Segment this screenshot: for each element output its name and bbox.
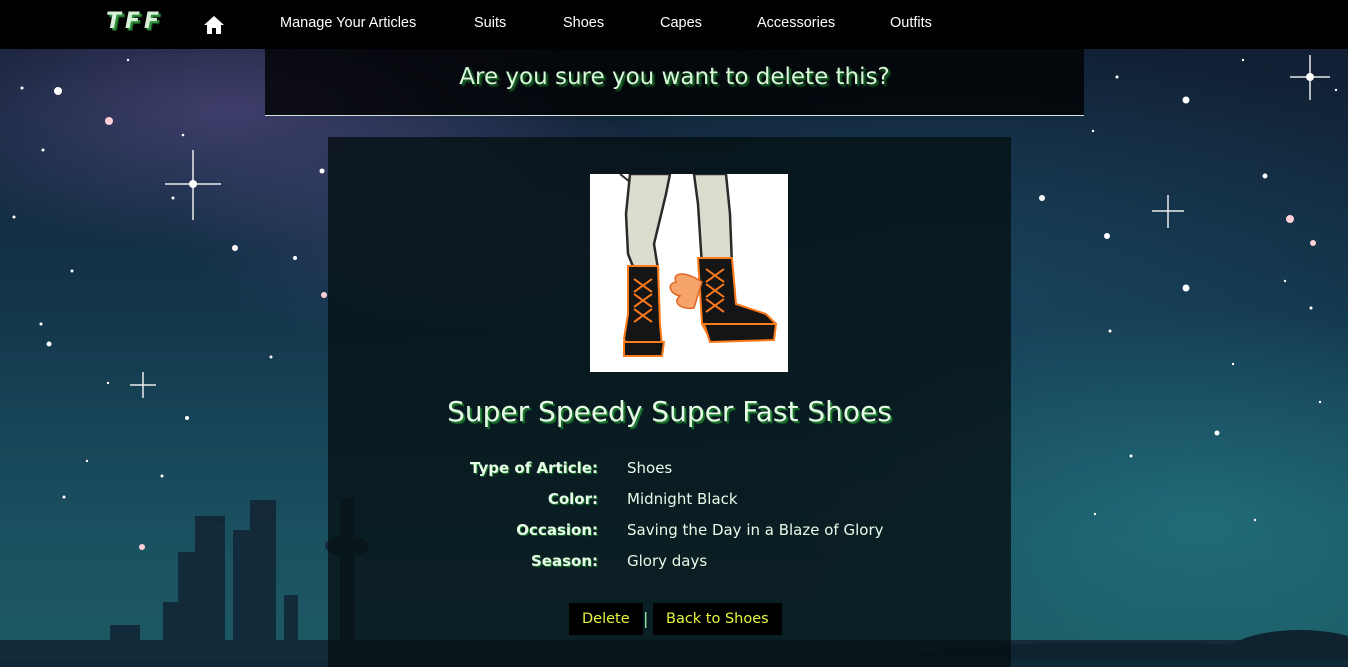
- nav-link-manage-articles[interactable]: Manage Your Articles: [280, 15, 416, 31]
- nav-link-outfits[interactable]: Outfits: [890, 15, 932, 31]
- boots-illustration: [619, 174, 778, 357]
- item-details: Type of Article: Shoes Color: Midnight B…: [328, 459, 1011, 583]
- shoes-image: [590, 174, 788, 372]
- page-title: Are you sure you want to delete this?: [459, 64, 890, 90]
- action-bar: Delete | Back to Shoes: [328, 603, 1011, 635]
- detail-row-occasion: Occasion: Saving the Day in a Blaze of G…: [328, 521, 1011, 552]
- detail-row-season: Season: Glory days: [328, 552, 1011, 583]
- detail-value: Shoes: [627, 459, 673, 477]
- delete-button[interactable]: Delete: [569, 603, 643, 635]
- detail-row-type: Type of Article: Shoes: [328, 459, 1011, 490]
- detail-value: Saving the Day in a Blaze of Glory: [627, 521, 884, 539]
- detail-label: Season:: [530, 552, 598, 570]
- nav-link-suits[interactable]: Suits: [474, 15, 506, 31]
- item-card: Super Speedy Super Fast Shoes Type of Ar…: [328, 137, 1011, 667]
- confirmation-banner: Are you sure you want to delete this?: [265, 49, 1084, 116]
- home-icon[interactable]: [204, 16, 224, 34]
- detail-label: Occasion:: [516, 521, 598, 539]
- detail-value: Midnight Black: [627, 490, 738, 508]
- brand-logo[interactable]: TFF: [106, 9, 163, 34]
- item-title: Super Speedy Super Fast Shoes: [447, 395, 892, 428]
- detail-value: Glory days: [627, 552, 708, 570]
- detail-row-color: Color: Midnight Black: [328, 490, 1011, 521]
- nav-link-capes[interactable]: Capes: [660, 15, 702, 31]
- nav-link-shoes[interactable]: Shoes: [563, 15, 604, 31]
- back-to-shoes-link[interactable]: Back to Shoes: [653, 603, 782, 635]
- top-navbar: TFF Manage Your Articles Suits Shoes Cap…: [0, 0, 1348, 49]
- action-separator: |: [643, 609, 649, 628]
- nav-link-accessories[interactable]: Accessories: [757, 15, 835, 31]
- detail-label: Color:: [547, 490, 598, 508]
- detail-label: Type of Article:: [470, 459, 598, 477]
